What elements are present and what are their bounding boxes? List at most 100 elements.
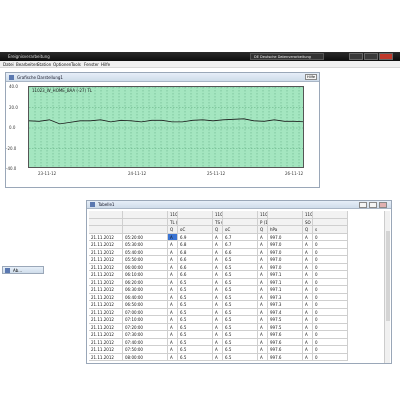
table-cell[interactable]: 997.6 [268, 338, 303, 346]
table-cell[interactable]: 21.11.2012 [89, 248, 123, 256]
table-cell[interactable]: 05:50:00 [123, 256, 168, 264]
table-cell[interactable]: 997.0 [268, 256, 303, 264]
table-close-button[interactable] [379, 202, 387, 208]
table-cell[interactable]: 6.5 [223, 331, 258, 339]
table-cell[interactable]: 05:30:00 [123, 241, 168, 249]
table-cell[interactable]: 6.5 [223, 271, 258, 279]
table-cell[interactable]: 997.3 [268, 293, 303, 301]
table-cell[interactable]: A [213, 301, 223, 309]
scrollbar-thumb[interactable] [386, 231, 390, 321]
table-header-cell[interactable]: hPa [268, 226, 303, 234]
table-cell[interactable]: A [303, 248, 313, 256]
table-cell[interactable]: A [258, 248, 268, 256]
table-cell[interactable]: A [258, 233, 268, 241]
table-cell[interactable]: A [303, 308, 313, 316]
table-cell[interactable]: 6.8 [178, 248, 213, 256]
table-cell[interactable]: A [258, 241, 268, 249]
table-cell[interactable]: 6.5 [178, 331, 213, 339]
table-cell[interactable]: A [213, 293, 223, 301]
table-cell[interactable]: 997.1 [268, 278, 303, 286]
table-cell[interactable]: 6.5 [223, 293, 258, 301]
menu-item-datei[interactable]: Datei [3, 62, 14, 67]
table-cell[interactable]: 21.11.2012 [89, 241, 123, 249]
table-row[interactable]: 21.11.2012 07:50:00 A 6.5 A 6.5 A 997.6 A 0 [89, 346, 384, 354]
table-header-cell[interactable]: TL (27) [168, 218, 178, 226]
table-cell[interactable]: 6.5 [178, 301, 213, 309]
table-header-cell[interactable]: P (18) [258, 218, 268, 226]
table-cell[interactable]: 21.11.2012 [89, 286, 123, 294]
table-cell[interactable]: 6.6 [178, 271, 213, 279]
table-cell[interactable]: A [303, 233, 313, 241]
table-cell[interactable]: 08:00:00 [123, 353, 168, 361]
table-cell[interactable]: 997.6 [268, 353, 303, 361]
table-cell[interactable]: 997.0 [268, 263, 303, 271]
table-row[interactable]: 21.11.2012 05:20:00 A 6.9 A 6.7 A 997.0 A 0 [89, 233, 384, 241]
close-button[interactable] [379, 53, 393, 60]
table-cell[interactable]: A [258, 278, 268, 286]
table-header-cell[interactable]: 11023_W_HOME_W [168, 211, 178, 219]
table-cell[interactable]: A [303, 316, 313, 324]
table-cell[interactable]: 997.4 [268, 308, 303, 316]
table-cell[interactable]: A [258, 271, 268, 279]
graph-help-tag[interactable]: Hilfe [305, 74, 317, 80]
table-header-cell[interactable]: 11023_W_HOME_W [213, 211, 223, 219]
table-cell[interactable]: A [258, 338, 268, 346]
table-row[interactable]: 21.11.2012 06:50:00 A 6.5 A 6.5 A 997.3 A 0 [89, 301, 384, 309]
table-cell[interactable]: 06:10:00 [123, 271, 168, 279]
table-cell[interactable]: 997.1 [268, 271, 303, 279]
table-header-cell[interactable]: Q [303, 226, 313, 234]
table-row[interactable]: 21.11.2012 06:20:00 A 6.5 A 6.5 A 997.1 A 0 [89, 278, 384, 286]
data-table[interactable]: 11023_W_HOME_W 11023_W_HOME_W 11023_W_HOME… [89, 211, 384, 361]
minimized-window[interactable]: Ab... [2, 266, 44, 274]
table-cell[interactable]: 07:20:00 [123, 323, 168, 331]
table-cell[interactable]: A [303, 346, 313, 354]
table-cell[interactable]: A [168, 316, 178, 324]
table-header-cell[interactable] [313, 211, 348, 219]
table-cell[interactable]: A [303, 301, 313, 309]
table-cell[interactable]: A [213, 331, 223, 339]
table-cell[interactable]: A [168, 323, 178, 331]
table-cell[interactable]: 6.5 [178, 278, 213, 286]
table-header-cell[interactable]: 11023_W_HOME_W [258, 211, 268, 219]
table-cell[interactable]: A [213, 256, 223, 264]
table-header-cell[interactable] [313, 218, 348, 226]
table-cell[interactable]: 06:40:00 [123, 293, 168, 301]
table-cell[interactable]: A [213, 248, 223, 256]
table-cell[interactable]: 6.5 [223, 256, 258, 264]
table-cell[interactable]: A [168, 338, 178, 346]
table-cell[interactable]: 0 [313, 248, 348, 256]
table-cell[interactable]: A [303, 241, 313, 249]
table-cell[interactable]: A [213, 323, 223, 331]
menu-item-tools[interactable]: Tools [71, 62, 81, 67]
table-cell[interactable]: 6.7 [223, 241, 258, 249]
table-header-row[interactable]: TL (27) TS (38) P (18) SO (42) [89, 218, 384, 226]
table-header-cell[interactable] [89, 211, 123, 219]
table-cell[interactable]: 6.5 [223, 323, 258, 331]
table-cell[interactable]: 6.5 [178, 293, 213, 301]
table-cell[interactable]: 21.11.2012 [89, 353, 123, 361]
table-cell[interactable]: A [213, 263, 223, 271]
table-minimize-button[interactable] [359, 202, 367, 208]
table-cell[interactable]: A [213, 233, 223, 241]
table-cell[interactable]: 21.11.2012 [89, 331, 123, 339]
table-cell[interactable]: 21.11.2012 [89, 308, 123, 316]
table-cell[interactable]: A [258, 263, 268, 271]
table-cell[interactable]: A [168, 233, 178, 241]
table-cell[interactable]: A [303, 338, 313, 346]
table-cell[interactable]: A [168, 353, 178, 361]
table-header-cell[interactable] [123, 226, 168, 234]
table-row[interactable]: 21.11.2012 08:00:00 A 6.5 A 6.5 A 997.6 A 0 [89, 353, 384, 361]
table-cell[interactable]: 6.5 [223, 278, 258, 286]
table-header-row[interactable]: 11023_W_HOME_W 11023_W_HOME_W 11023_W_HOME… [89, 211, 384, 219]
table-cell[interactable]: 6.9 [178, 233, 213, 241]
table-header-row[interactable]: QoC QoC QhPa Qs [89, 226, 384, 234]
table-cell[interactable]: A [168, 301, 178, 309]
table-cell[interactable]: A [168, 241, 178, 249]
table-cell[interactable]: 0 [313, 233, 348, 241]
table-cell[interactable]: 06:00:00 [123, 263, 168, 271]
table-cell[interactable]: 997.6 [268, 331, 303, 339]
table-cell[interactable]: A [213, 278, 223, 286]
menu-item-optionen[interactable]: Optionen [53, 62, 71, 67]
table-header-cell[interactable]: Q [168, 226, 178, 234]
table-header-cell[interactable]: oC [223, 226, 258, 234]
